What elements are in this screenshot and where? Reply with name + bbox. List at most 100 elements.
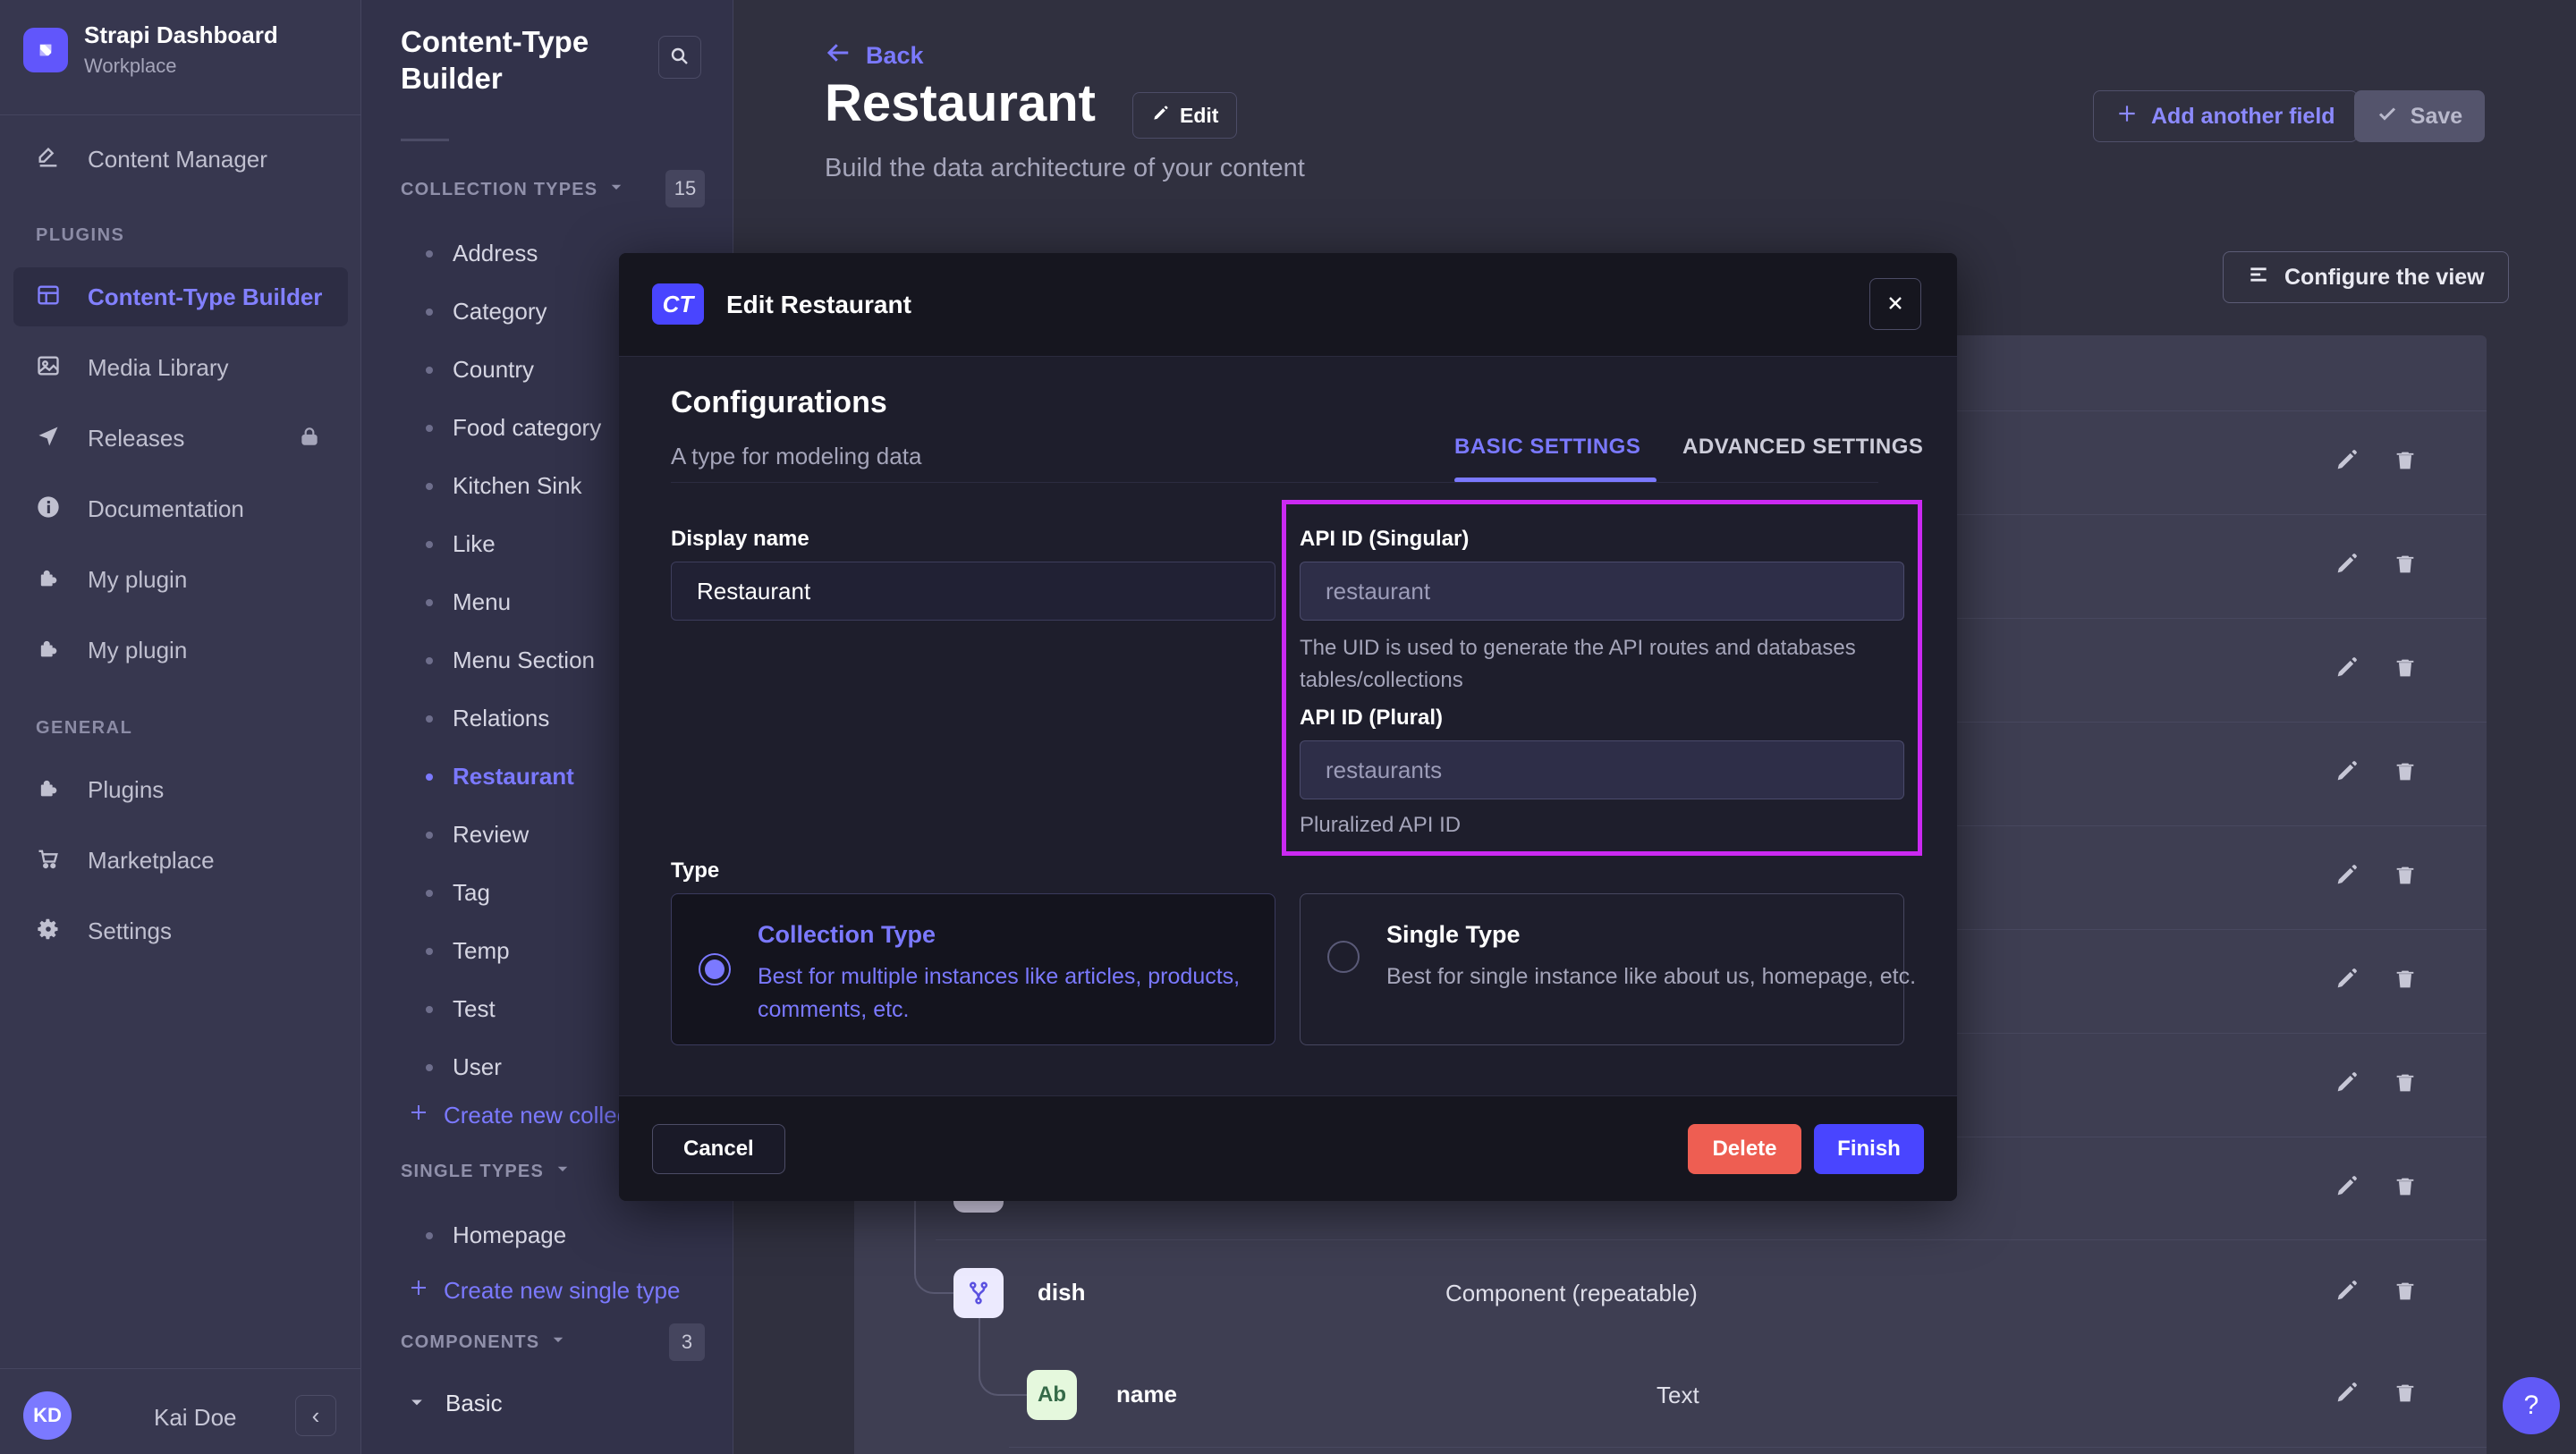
sidebar-item-label: Media Library: [88, 354, 229, 382]
edit-field-button[interactable]: [2333, 967, 2360, 993]
brand-title: Strapi Dashboard: [84, 21, 278, 49]
text-field-icon: Ab: [1027, 1370, 1077, 1420]
tab-basic-settings[interactable]: BASIC SETTINGS: [1454, 435, 1640, 460]
back-link[interactable]: Back: [825, 39, 924, 72]
components-header[interactable]: COMPONENTS: [401, 1331, 566, 1353]
page-subtitle: Build the data architecture of your cont…: [825, 154, 1305, 183]
row-actions: [2333, 1279, 2419, 1306]
edit-field-button[interactable]: [2333, 655, 2360, 682]
type-label: Type: [671, 858, 719, 883]
main-navigation: Strapi Dashboard Workplace Content Manag…: [0, 0, 361, 1454]
radio-selected-icon[interactable]: [699, 953, 731, 985]
bullet-icon: [426, 599, 433, 606]
tab-advanced-settings[interactable]: ADVANCED SETTINGS: [1682, 435, 1923, 460]
divider: [401, 139, 449, 141]
edit-field-button[interactable]: [2333, 1070, 2360, 1097]
sidebar-item-media-library[interactable]: Media Library: [13, 338, 348, 397]
delete-field-button[interactable]: [2392, 1174, 2419, 1201]
option-description: Best for multiple instances like article…: [758, 960, 1276, 1027]
single-type-option[interactable]: Single Type Best for single instance lik…: [1300, 893, 1904, 1045]
close-modal-button[interactable]: [1869, 278, 1921, 330]
single-types-header[interactable]: SINGLE TYPES: [401, 1161, 571, 1182]
sidebar-item-plugins[interactable]: Plugins: [13, 760, 348, 819]
user-avatar[interactable]: KD: [23, 1391, 72, 1440]
help-button[interactable]: ?: [2503, 1377, 2560, 1434]
single-type-item[interactable]: Homepage: [401, 1206, 733, 1264]
edit-field-button[interactable]: [2333, 448, 2360, 475]
configure-view-button[interactable]: Configure the view: [2223, 251, 2509, 303]
delete-field-button[interactable]: [2392, 1279, 2419, 1306]
sidebar-item-label: My plugin: [88, 566, 187, 594]
general-section-header: GENERAL: [36, 718, 132, 739]
display-name-input[interactable]: [671, 562, 1275, 621]
edit-field-button[interactable]: [2333, 1174, 2360, 1201]
sidebar-item-label: Content-Type Builder: [88, 283, 322, 311]
edit-field-button[interactable]: [2333, 759, 2360, 786]
row-actions: [2333, 1174, 2419, 1201]
sidebar-item-my-plugin-1[interactable]: My plugin: [13, 550, 348, 609]
bullet-icon: [426, 250, 433, 258]
divider: [671, 482, 1878, 483]
brand-subtitle: Workplace: [84, 55, 278, 78]
collapse-sidebar-button[interactable]: ‹: [295, 1395, 336, 1436]
sidebar-item-releases[interactable]: Releases: [13, 409, 348, 468]
workspace-switcher[interactable]: Strapi Dashboard Workplace: [23, 21, 278, 78]
sidebar-item-settings[interactable]: Settings: [13, 901, 348, 960]
bullet-icon: [426, 715, 433, 723]
api-id-singular-input[interactable]: [1300, 562, 1904, 621]
components-count-badge: 3: [669, 1323, 705, 1361]
bullet-icon: [426, 425, 433, 432]
plus-icon: [2115, 102, 2139, 131]
bullet-icon: [426, 541, 433, 548]
collection-type-label: Menu Section: [453, 647, 595, 674]
cancel-button[interactable]: Cancel: [652, 1124, 785, 1174]
api-id-plural-helper: Pluralized API ID: [1300, 809, 1461, 841]
cart-icon: [36, 846, 61, 875]
divider: [0, 1368, 361, 1369]
bullet-icon: [426, 832, 433, 839]
edit-field-button[interactable]: [2333, 1381, 2360, 1408]
sidebar-item-my-plugin-2[interactable]: My plugin: [13, 621, 348, 680]
edit-field-button[interactable]: [2333, 1279, 2360, 1306]
delete-field-button[interactable]: [2392, 552, 2419, 579]
field-type: Text: [1657, 1382, 1699, 1409]
delete-field-button[interactable]: [2392, 759, 2419, 786]
collection-types-header[interactable]: COLLECTION TYPES: [401, 179, 624, 200]
add-another-field-button[interactable]: Add another field: [2093, 90, 2358, 142]
collection-type-option[interactable]: Collection Type Best for multiple instan…: [671, 893, 1275, 1045]
delete-field-button[interactable]: [2392, 448, 2419, 475]
delete-field-button[interactable]: [2392, 863, 2419, 890]
chevron-down-icon: [550, 1331, 566, 1353]
puzzle-icon: [36, 565, 61, 595]
edit-field-button[interactable]: [2333, 863, 2360, 890]
create-single-type-link[interactable]: Create new single type: [408, 1277, 680, 1305]
finish-button[interactable]: Finish: [1814, 1124, 1924, 1174]
edit-button[interactable]: Edit: [1132, 92, 1237, 139]
collection-type-label: Address: [453, 240, 538, 267]
media-library-icon: [36, 353, 61, 383]
component-category-basic[interactable]: Basic: [408, 1390, 503, 1417]
delete-field-button[interactable]: [2392, 967, 2419, 993]
save-button[interactable]: Save: [2354, 90, 2485, 142]
arrow-left-icon: [825, 39, 852, 72]
edit-field-button[interactable]: [2333, 552, 2360, 579]
modal-header: CT Edit Restaurant: [619, 253, 1957, 357]
field-name: name: [1116, 1381, 1177, 1408]
releases-icon: [36, 424, 61, 453]
modal-subheading: A type for modeling data: [671, 443, 921, 470]
delete-button[interactable]: Delete: [1688, 1124, 1801, 1174]
sidebar-item-documentation[interactable]: Documentation: [13, 479, 348, 538]
api-id-singular-helper: The UID is used to generate the API rout…: [1300, 632, 1894, 697]
sidebar-item-label: Settings: [88, 917, 172, 945]
api-id-plural-input[interactable]: [1300, 740, 1904, 799]
radio-unselected-icon[interactable]: [1327, 941, 1360, 973]
tree-connector: [979, 1318, 1027, 1396]
sidebar-item-content-type-builder[interactable]: Content-Type Builder: [13, 267, 348, 326]
sidebar-item-content-manager[interactable]: Content Manager: [13, 130, 348, 189]
option-title: Single Type: [1386, 921, 1521, 949]
sidebar-item-marketplace[interactable]: Marketplace: [13, 831, 348, 890]
delete-field-button[interactable]: [2392, 1381, 2419, 1408]
search-button[interactable]: [658, 36, 701, 79]
delete-field-button[interactable]: [2392, 655, 2419, 682]
delete-field-button[interactable]: [2392, 1070, 2419, 1097]
